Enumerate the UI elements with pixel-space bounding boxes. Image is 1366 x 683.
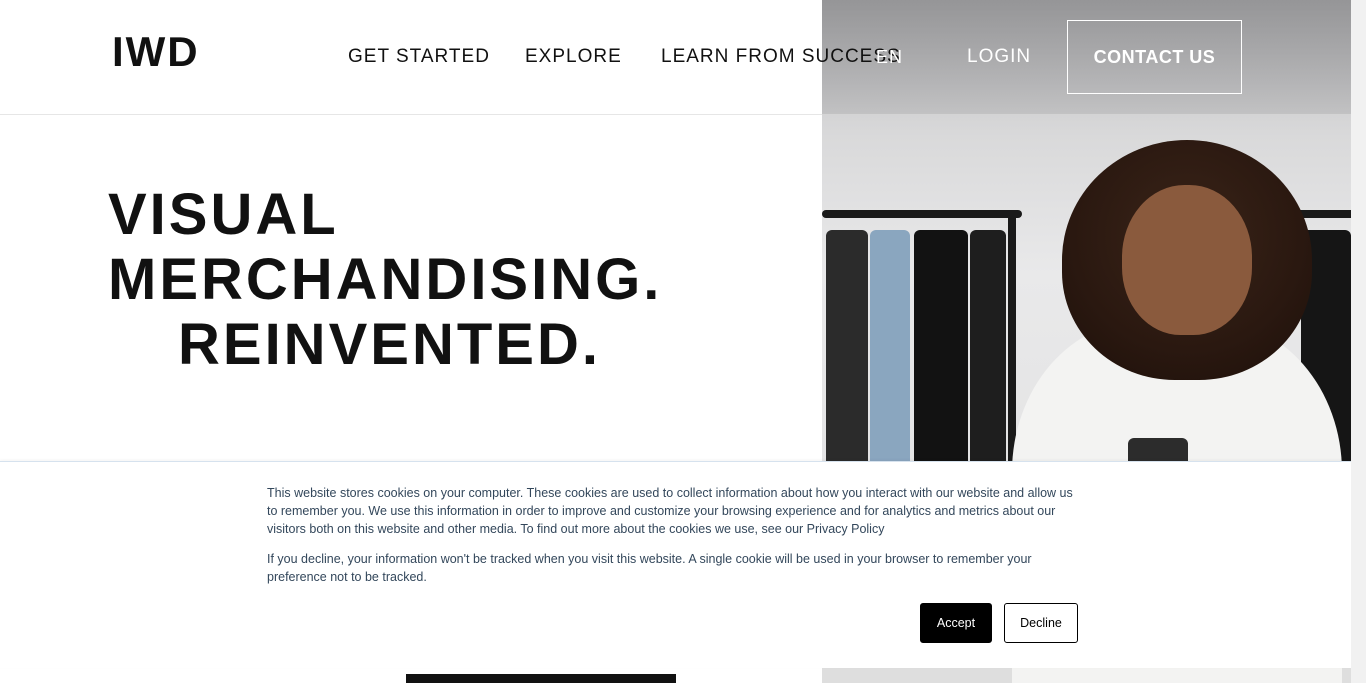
person-face — [1122, 185, 1252, 335]
clothing-rail — [822, 210, 1022, 218]
cookie-description: This website stores cookies on your comp… — [267, 486, 1073, 536]
hero-headline: VISUAL MERCHANDISING. REINVENTED. — [108, 182, 668, 377]
language-selector[interactable]: EN — [876, 46, 903, 68]
iwd-logo[interactable]: IWD — [112, 30, 200, 74]
cookie-banner: This website stores cookies on your comp… — [0, 461, 1351, 668]
headline-line: MERCHANDISING. — [108, 247, 663, 312]
nav-learn-from-success[interactable]: LEARN FROM SUCCESS — [661, 46, 901, 68]
garment — [914, 230, 968, 470]
nav-get-started[interactable]: GET STARTED — [348, 46, 490, 68]
cookie-decline-info: If you decline, your information won't b… — [267, 552, 1032, 584]
headline-line: REINVENTED. — [178, 312, 601, 377]
accept-cookies-button[interactable]: Accept — [920, 603, 992, 643]
nav-explore[interactable]: EXPLORE — [525, 46, 622, 68]
login-link[interactable]: LOGIN — [967, 46, 1031, 68]
page-scrollbar[interactable] — [1351, 0, 1366, 683]
decline-cookies-button[interactable]: Decline — [1004, 603, 1078, 643]
garment — [970, 230, 1006, 470]
hero-cta-button[interactable] — [406, 674, 676, 683]
site-header: IWD GET STARTED EXPLORE LEARN FROM SUCCE… — [0, 0, 1366, 115]
headline-line: VISUAL — [108, 182, 339, 247]
garment — [870, 230, 910, 470]
header-divider — [0, 114, 822, 115]
garment — [826, 230, 868, 470]
contact-us-button[interactable]: CONTACT US — [1067, 20, 1242, 94]
